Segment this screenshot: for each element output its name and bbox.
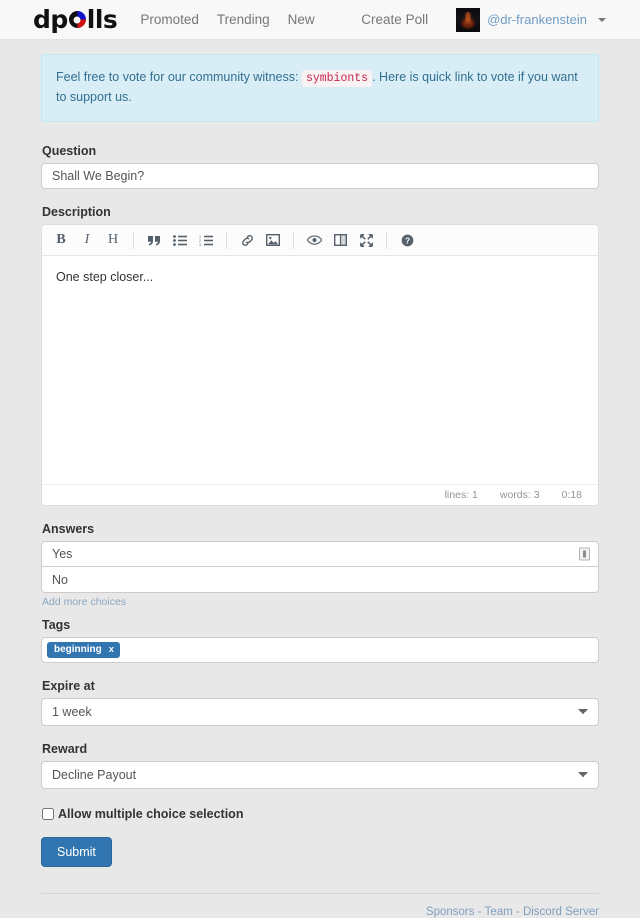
- bold-icon[interactable]: B: [48, 228, 74, 252]
- create-poll-link[interactable]: Create Poll: [361, 12, 428, 27]
- editor-status-bar: lines: 1 words: 3 0:18: [42, 484, 598, 505]
- answer-row: [41, 567, 599, 594]
- description-label: Description: [42, 205, 111, 220]
- markdown-editor: B I H 1 2 3 ? One step closer... lines: …: [41, 224, 599, 507]
- ordered-list-icon[interactable]: 1 2 3: [193, 228, 219, 252]
- quote-glyph: [147, 235, 160, 246]
- preview-icon[interactable]: [301, 228, 327, 252]
- link-icon[interactable]: [234, 228, 260, 252]
- alert-text-after: .: [372, 70, 376, 84]
- question-field-group: Question: [41, 144, 599, 190]
- italic-icon[interactable]: I: [74, 228, 100, 252]
- multiple-choice-row: Allow multiple choice selection: [42, 807, 599, 821]
- submit-button[interactable]: Submit: [41, 837, 112, 868]
- svg-text:3: 3: [199, 243, 201, 246]
- pie-chart-o-icon: [68, 11, 86, 28]
- tags-field-group: Tags beginning x: [41, 618, 599, 664]
- heading-glyph: H: [107, 232, 119, 248]
- witness-code: symbionts: [301, 70, 373, 87]
- answer-row: [41, 541, 599, 568]
- answers-label: Answers: [42, 522, 95, 537]
- ul-glyph: [173, 234, 187, 246]
- toolbar-separator: [226, 231, 227, 249]
- columns-glyph: [333, 234, 347, 247]
- brand-text-prefix: dp: [33, 5, 68, 34]
- top-navbar: dp lls Promoted Trending New Create Poll …: [0, 0, 640, 40]
- footer-separator: -: [477, 906, 482, 918]
- answers-field-group: Answers Add more choices: [41, 522, 599, 608]
- footer-link-sponsors[interactable]: Sponsors: [426, 906, 475, 918]
- fullscreen-icon[interactable]: [353, 228, 379, 252]
- answer-input-1[interactable]: [41, 541, 599, 568]
- tag-label: beginning: [54, 644, 102, 656]
- image-icon[interactable]: [260, 228, 286, 252]
- eye-glyph: [306, 235, 322, 245]
- witness-vote-link[interactable]: Here is quick link to vote: [379, 70, 514, 84]
- brand-text-suffix: lls: [86, 5, 118, 34]
- help-icon[interactable]: ?: [394, 228, 420, 252]
- description-textarea[interactable]: One step closer...: [42, 256, 598, 484]
- nav-link-trending[interactable]: Trending: [208, 12, 279, 27]
- brand-logo[interactable]: dp lls: [33, 5, 118, 34]
- question-circle-glyph: ?: [401, 234, 413, 247]
- avatar: [456, 7, 481, 32]
- username-label: @dr-frankenstein: [487, 12, 587, 27]
- footer-separator: -: [515, 906, 520, 918]
- page-container: Feel free to vote for our community witn…: [41, 40, 599, 918]
- tag-remove-icon[interactable]: x: [109, 645, 114, 655]
- arrows-alt-glyph: [359, 233, 373, 247]
- expire-field-group: Expire at 1 week: [41, 679, 599, 727]
- tags-label: Tags: [42, 618, 71, 633]
- toolbar-separator: [293, 231, 294, 249]
- toolbar-separator: [386, 231, 387, 249]
- reward-field-group: Reward Decline Payout: [41, 742, 599, 790]
- multiple-choice-checkbox[interactable]: [42, 808, 54, 821]
- witness-alert: Feel free to vote for our community witn…: [41, 54, 599, 123]
- description-field-group: Description B I H 1 2 3 ? One step close…: [41, 205, 599, 507]
- status-words: words: 3: [499, 489, 540, 502]
- reward-select[interactable]: Decline Payout: [41, 761, 599, 790]
- quote-icon[interactable]: [141, 228, 167, 252]
- expire-label: Expire at: [42, 679, 95, 694]
- primary-nav: Promoted Trending New: [131, 12, 323, 27]
- add-more-choices-link[interactable]: Add more choices: [42, 596, 126, 608]
- status-time: 0:18: [561, 489, 582, 502]
- status-lines: lines: 1: [444, 489, 478, 502]
- question-label: Question: [42, 144, 97, 159]
- footer: Sponsors - Team - Discord Server: [41, 893, 599, 918]
- navbar-right-group: Create Poll @dr-frankenstein: [361, 7, 606, 32]
- reward-label: Reward: [42, 742, 88, 757]
- question-input[interactable]: [41, 163, 599, 190]
- toolbar-separator: [133, 231, 134, 249]
- tag-pill: beginning x: [47, 642, 121, 659]
- footer-link-team[interactable]: Team: [485, 906, 513, 918]
- editor-toolbar: B I H 1 2 3 ?: [42, 225, 598, 257]
- answer-input-2[interactable]: [41, 567, 599, 594]
- footer-link-discord[interactable]: Discord Server: [523, 906, 599, 918]
- unordered-list-icon[interactable]: [167, 228, 193, 252]
- heading-icon[interactable]: H: [100, 228, 126, 252]
- italic-glyph: I: [84, 232, 90, 248]
- link-glyph: [241, 234, 253, 246]
- nav-link-new[interactable]: New: [279, 12, 324, 27]
- multiple-choice-label: Allow multiple choice selection: [58, 807, 244, 822]
- svg-text:?: ?: [404, 235, 409, 245]
- nav-link-promoted[interactable]: Promoted: [131, 12, 208, 27]
- alert-text-before: Feel free to vote for our community witn…: [56, 70, 299, 84]
- tags-input[interactable]: beginning x: [41, 637, 599, 664]
- chevron-down-icon: [598, 17, 606, 22]
- user-menu[interactable]: @dr-frankenstein: [456, 7, 606, 32]
- image-glyph: [266, 234, 280, 247]
- ol-glyph: 1 2 3: [199, 235, 213, 246]
- expire-select[interactable]: 1 week: [41, 698, 599, 727]
- side-by-side-icon[interactable]: [327, 228, 353, 252]
- answer-drag-handle-icon[interactable]: [579, 547, 590, 561]
- bold-glyph: B: [56, 232, 66, 248]
